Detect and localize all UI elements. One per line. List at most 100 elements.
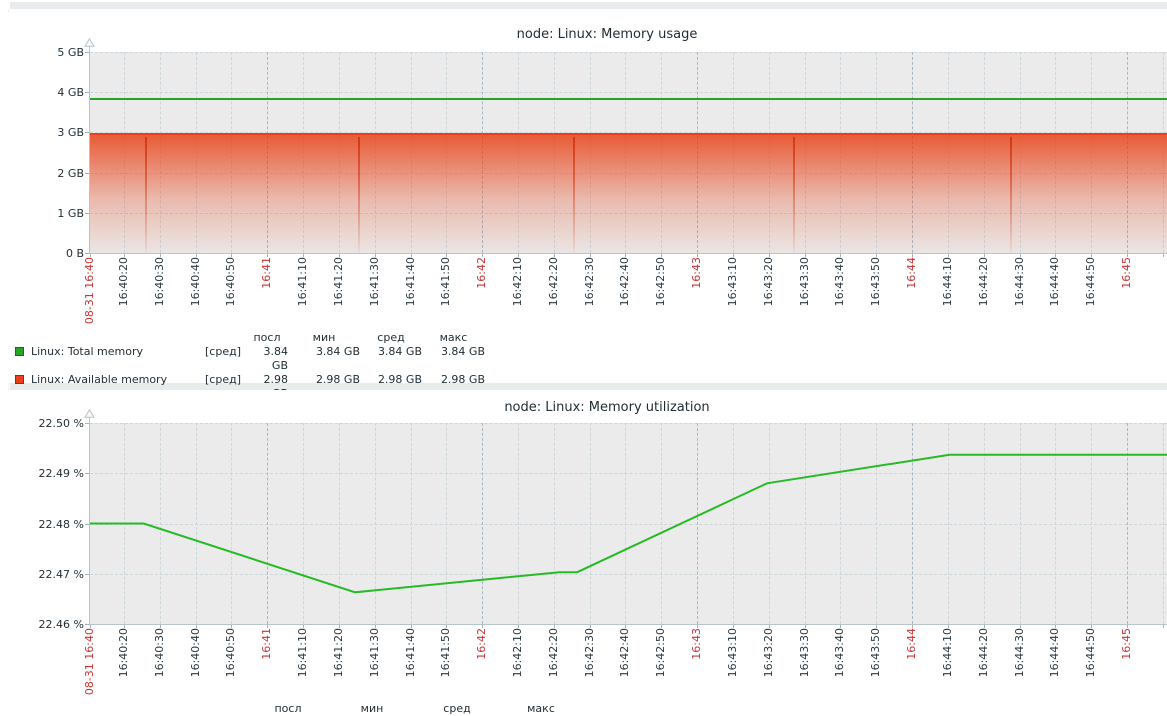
x-tick-label: 16:40:50 <box>224 257 238 306</box>
legend-header-cell: сред <box>443 702 470 716</box>
x-tick-label: 16:40:40 <box>189 257 203 306</box>
legend-value: 3.84 GB <box>360 345 422 373</box>
x-tick-label: 16:43:30 <box>798 628 812 677</box>
legend-value: 3.84 GB <box>288 345 360 373</box>
x-tick-label: 16:45 <box>1120 257 1134 289</box>
x-tick-mark <box>1163 625 1164 628</box>
x-axis-line <box>89 253 1167 254</box>
x-tick-label: 16:42:10 <box>511 257 525 306</box>
y-tick-label: 2 GB <box>0 167 84 180</box>
x-tick-label: 16:44:10 <box>941 628 955 677</box>
x-tick-label: 16:40:20 <box>117 257 131 306</box>
chart-title-memory-utilization: node: Linux: Memory utilization <box>47 400 1167 415</box>
x-tick-label: 16:41:40 <box>404 257 418 306</box>
y-tick-label: 5 GB <box>0 46 84 59</box>
x-tick-label: 16:42 <box>475 628 489 660</box>
y-tick-label: 22.50 % <box>0 417 84 430</box>
legend-header-cell: макс <box>527 702 555 716</box>
legend-value: 3.84 GB <box>422 345 485 373</box>
x-tick-label: 16:44:30 <box>1013 628 1027 677</box>
x-tick-label: 16:40:20 <box>117 628 131 677</box>
legend-color-swatch <box>15 375 24 384</box>
x-tick-label: 16:43:20 <box>762 257 776 306</box>
y-tick-mark <box>85 574 89 575</box>
y-tick-label: 0 B <box>0 247 84 260</box>
x-tick-label: 16:43 <box>690 257 704 289</box>
x-tick-label: 16:42:30 <box>583 628 597 677</box>
y-axis-line <box>89 46 90 253</box>
x-tick-label: 16:42:10 <box>511 628 525 677</box>
y-tick-label: 22.48 % <box>0 518 84 531</box>
x-tick-label: 16:40:30 <box>153 257 167 306</box>
x-tick-label: 16:42:30 <box>583 257 597 306</box>
y-tick-mark <box>85 173 89 174</box>
y-tick-label: 1 GB <box>0 207 84 220</box>
x-tick-label: 16:40:40 <box>189 628 203 677</box>
area-gradient-seam <box>145 137 147 253</box>
legend-header-cell: мин <box>288 331 360 345</box>
y-axis-arrow-icon <box>84 38 95 47</box>
y-axis-arrow-icon <box>84 409 95 418</box>
legend-header-cell: посл <box>246 331 288 345</box>
legend-header-cell: сред <box>360 331 422 345</box>
x-tick-label: 16:45 <box>1120 628 1134 660</box>
x-tick-label: 16:43:20 <box>762 628 776 677</box>
chart-title-memory-usage: node: Linux: Memory usage <box>47 27 1167 42</box>
x-tick-label: 16:42:20 <box>547 257 561 306</box>
x-axis-line <box>89 624 1167 625</box>
x-tick-label: 16:41 <box>260 257 274 289</box>
x-tick-label: 16:41:50 <box>439 628 453 677</box>
legend-value: 3.84 GB <box>246 345 288 373</box>
x-tick-label: 16:44:10 <box>941 257 955 306</box>
x-tick-label: 16:41:20 <box>332 257 346 306</box>
memory-utilization-line-series <box>90 423 1167 624</box>
x-tick-label: 16:43:40 <box>833 628 847 677</box>
x-tick-label: 16:42 <box>475 257 489 289</box>
y-tick-label: 4 GB <box>0 86 84 99</box>
legend-swatch-cell <box>15 345 31 373</box>
memory-usage-plot-area[interactable] <box>90 52 1167 253</box>
x-tick-label: 16:40:30 <box>153 628 167 677</box>
x-tick-label: 16:43:10 <box>726 628 740 677</box>
y-tick-mark <box>85 253 89 254</box>
x-tick-label: 16:42:40 <box>618 628 632 677</box>
y-tick-mark <box>85 423 89 424</box>
x-tick-label: 16:42:20 <box>547 628 561 677</box>
h-gridline <box>90 52 1167 53</box>
y-tick-mark <box>85 132 89 133</box>
x-tick-label: 16:41 <box>260 628 274 660</box>
memory-usage-graph-widget: node: Linux: Memory usage 5 GB4 GB3 GB2 … <box>0 12 1167 383</box>
legend-color-swatch <box>15 347 24 356</box>
x-tick-label: 16:44 <box>905 257 919 289</box>
y-tick-mark <box>85 524 89 525</box>
x-tick-label: 16:41:10 <box>296 257 310 306</box>
memory-utilization-plot-area[interactable] <box>90 423 1167 624</box>
y-axis-line <box>89 417 90 624</box>
legend-series-func: [сред] <box>205 345 246 373</box>
legend-header-cell: посл <box>274 702 301 716</box>
x-tick-label: 16:44:20 <box>977 628 991 677</box>
x-tick-label: 16:43:50 <box>869 257 883 306</box>
area-gradient-seam <box>573 137 575 253</box>
memory-utilization-graph-widget: node: Linux: Memory utilization 22.50 % 2… <box>0 390 1167 711</box>
area-gradient-seam <box>358 137 360 253</box>
x-tick-mark <box>1163 254 1164 257</box>
x-tick-label: 16:43:40 <box>833 257 847 306</box>
x-tick-label: 16:43:30 <box>798 257 812 306</box>
x-tick-label: 16:44:50 <box>1084 257 1098 306</box>
x-tick-label: 16:43:50 <box>869 628 883 677</box>
x-tick-label: 16:44:40 <box>1048 257 1062 306</box>
x-tick-label: 16:42:50 <box>654 628 668 677</box>
x-tick-label: 16:44:20 <box>977 257 991 306</box>
x-tick-label: 16:43:10 <box>726 257 740 306</box>
area-gradient-seam <box>793 137 795 253</box>
x-tick-label: 16:41:40 <box>404 628 418 677</box>
y-tick-label: 22.47 % <box>0 568 84 581</box>
h-gridline <box>90 92 1167 93</box>
x-tick-label: 16:41:10 <box>296 628 310 677</box>
x-tick-label: 16:44:30 <box>1013 257 1027 306</box>
x-tick-label: 08-31 16:40 <box>83 257 97 324</box>
x-tick-label: 08-31 16:40 <box>83 628 97 695</box>
legend-header-cell: макс <box>422 331 485 345</box>
x-tick-label: 16:43 <box>690 628 704 660</box>
